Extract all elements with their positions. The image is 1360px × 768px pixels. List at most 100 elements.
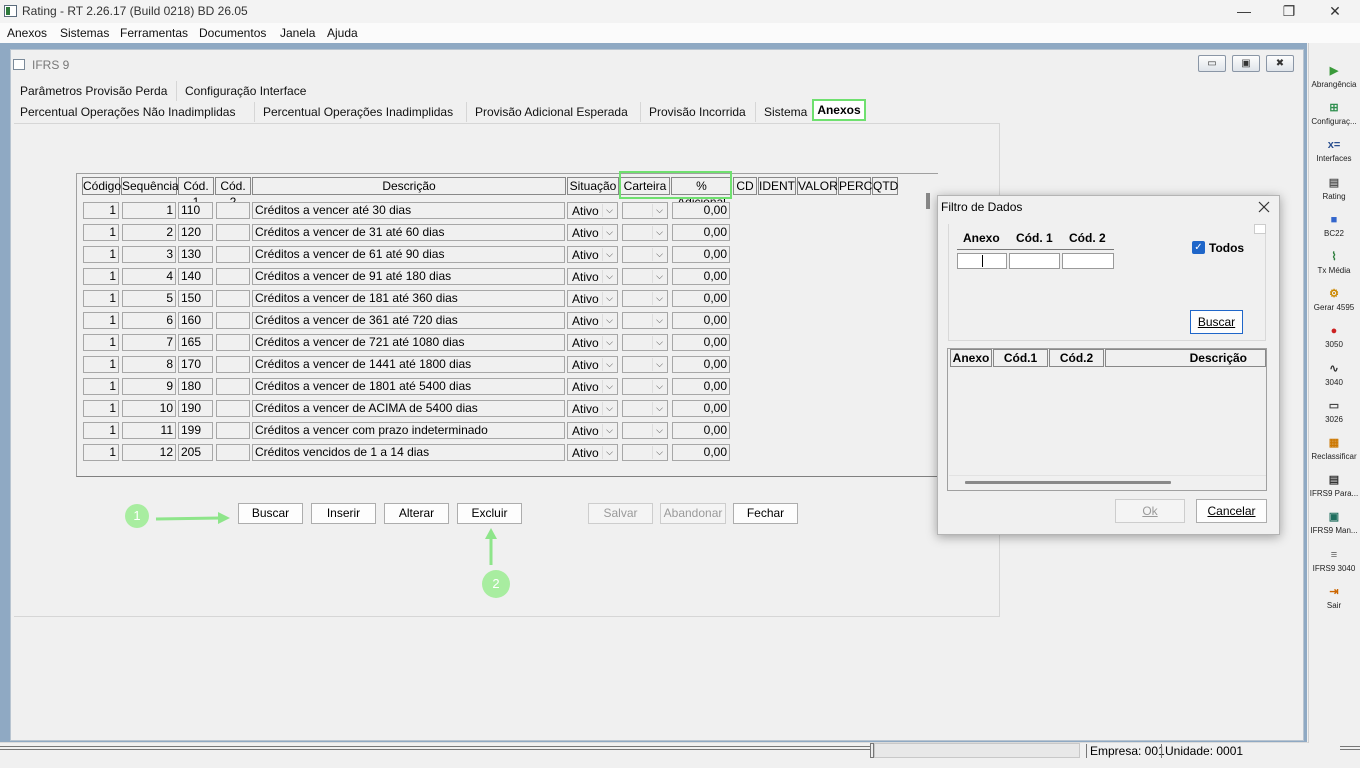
salvar-button[interactable]: Salvar bbox=[588, 503, 653, 524]
situacao-dropdown[interactable]: Ativo ⌵ bbox=[567, 246, 618, 263]
codigo-cell[interactable]: 1 bbox=[83, 334, 119, 351]
carteira-dropdown[interactable]: ⌵ bbox=[622, 378, 668, 395]
chevron-down-icon[interactable]: ⌵ bbox=[602, 402, 616, 415]
toolbar-button-configura[interactable]: ⊞ Configuraç... bbox=[1308, 95, 1360, 132]
sequencia-cell[interactable]: 6 bbox=[122, 312, 176, 329]
cod1-cell[interactable]: 170 bbox=[178, 356, 213, 373]
result-header-descricao[interactable]: Descrição bbox=[1105, 349, 1266, 367]
result-header-cod2[interactable]: Cód.2 bbox=[1049, 349, 1104, 367]
close-button[interactable]: ✕ bbox=[1312, 0, 1358, 23]
sequencia-cell[interactable]: 10 bbox=[122, 400, 176, 417]
sequencia-cell[interactable]: 8 bbox=[122, 356, 176, 373]
adicional-cell[interactable]: 0,00 bbox=[672, 246, 730, 263]
situacao-dropdown[interactable]: Ativo ⌵ bbox=[567, 334, 618, 351]
situacao-dropdown[interactable]: Ativo ⌵ bbox=[567, 202, 618, 219]
chevron-down-icon[interactable]: ⌵ bbox=[602, 226, 616, 239]
dialog-buscar-button[interactable]: Buscar bbox=[1190, 310, 1243, 334]
cod2-cell[interactable] bbox=[216, 224, 250, 241]
chevron-down-icon[interactable]: ⌵ bbox=[652, 402, 666, 415]
grid-scrollbar[interactable] bbox=[926, 193, 930, 209]
chevron-down-icon[interactable]: ⌵ bbox=[652, 226, 666, 239]
menu-documentos[interactable]: Documentos bbox=[199, 26, 266, 40]
tab-provisao-incorrida[interactable]: Provisão Incorrida bbox=[645, 102, 750, 122]
cancelar-button[interactable]: Cancelar bbox=[1196, 499, 1267, 523]
menu-ferramentas[interactable]: Ferramentas bbox=[120, 26, 188, 40]
carteira-dropdown[interactable]: ⌵ bbox=[622, 246, 668, 263]
menu-ajuda[interactable]: Ajuda bbox=[327, 26, 358, 40]
excluir-button[interactable]: Excluir bbox=[457, 503, 522, 524]
cod2-cell[interactable] bbox=[216, 334, 250, 351]
cod1-cell[interactable]: 190 bbox=[178, 400, 213, 417]
menu-anexos[interactable]: Anexos bbox=[7, 26, 47, 40]
cod1-cell[interactable]: 150 bbox=[178, 290, 213, 307]
cod1-cell[interactable]: 130 bbox=[178, 246, 213, 263]
chevron-down-icon[interactable]: ⌵ bbox=[652, 270, 666, 283]
chevron-down-icon[interactable]: ⌵ bbox=[652, 292, 666, 305]
descricao-cell[interactable]: Créditos a vencer de 61 até 90 dias bbox=[252, 246, 565, 263]
codigo-cell[interactable]: 1 bbox=[83, 356, 119, 373]
fechar-button[interactable]: Fechar bbox=[733, 503, 798, 524]
carteira-dropdown[interactable]: ⌵ bbox=[622, 400, 668, 417]
descricao-cell[interactable]: Créditos vencidos de 1 a 14 dias bbox=[252, 444, 565, 461]
tab-percentual-inadimplidas[interactable]: Percentual Operações Inadimplidas bbox=[259, 102, 457, 122]
toolbar-button-sair[interactable]: ⇥ Sair bbox=[1308, 579, 1360, 616]
situacao-dropdown[interactable]: Ativo ⌵ bbox=[567, 356, 618, 373]
chevron-down-icon[interactable]: ⌵ bbox=[652, 248, 666, 261]
chevron-down-icon[interactable]: ⌵ bbox=[602, 358, 616, 371]
cod2-cell[interactable] bbox=[216, 400, 250, 417]
toolbar-button-3050[interactable]: ● 3050 bbox=[1308, 318, 1360, 355]
adicional-cell[interactable]: 0,00 bbox=[672, 444, 730, 461]
situacao-dropdown[interactable]: Ativo ⌵ bbox=[567, 224, 618, 241]
cod2-cell[interactable] bbox=[216, 202, 250, 219]
sequencia-cell[interactable]: 2 bbox=[122, 224, 176, 241]
codigo-cell[interactable]: 1 bbox=[83, 268, 119, 285]
adicional-cell[interactable]: 0,00 bbox=[672, 202, 730, 219]
adicional-cell[interactable]: 0,00 bbox=[672, 400, 730, 417]
toolbar-button-3026[interactable]: ▭ 3026 bbox=[1308, 393, 1360, 430]
toolbar-button-interfaces[interactable]: x= Interfaces bbox=[1308, 132, 1360, 169]
codigo-cell[interactable]: 1 bbox=[83, 290, 119, 307]
sequencia-cell[interactable]: 12 bbox=[122, 444, 176, 461]
carteira-dropdown[interactable]: ⌵ bbox=[622, 290, 668, 307]
situacao-dropdown[interactable]: Ativo ⌵ bbox=[567, 444, 618, 461]
descricao-cell[interactable]: Créditos a vencer com prazo indeterminad… bbox=[252, 422, 565, 439]
column-header-cod1[interactable]: Cód. 1 bbox=[178, 177, 214, 209]
chevron-down-icon[interactable]: ⌵ bbox=[602, 380, 616, 393]
situacao-dropdown[interactable]: Ativo ⌵ bbox=[567, 400, 618, 417]
cod2-cell[interactable] bbox=[216, 444, 250, 461]
adicional-cell[interactable]: 0,00 bbox=[672, 312, 730, 329]
column-header-carteira[interactable]: Carteira bbox=[620, 177, 670, 195]
carteira-dropdown[interactable]: ⌵ bbox=[622, 224, 668, 241]
codigo-cell[interactable]: 1 bbox=[83, 246, 119, 263]
cod2-cell[interactable] bbox=[216, 246, 250, 263]
sequencia-cell[interactable]: 4 bbox=[122, 268, 176, 285]
cod2-cell[interactable] bbox=[216, 356, 250, 373]
toolbar-button-bc22[interactable]: ■ BC22 bbox=[1308, 207, 1360, 244]
adicional-cell[interactable]: 0,00 bbox=[672, 224, 730, 241]
child-close-button[interactable]: ✖ bbox=[1266, 55, 1294, 72]
column-header-perc[interactable]: PERC bbox=[838, 177, 872, 195]
descricao-cell[interactable]: Créditos a vencer de 1801 até 5400 dias bbox=[252, 378, 565, 395]
tab-anexos[interactable]: Anexos bbox=[812, 99, 866, 121]
carteira-dropdown[interactable]: ⌵ bbox=[622, 268, 668, 285]
descricao-cell[interactable]: Créditos a vencer de ACIMA de 5400 dias bbox=[252, 400, 565, 417]
adicional-cell[interactable]: 0,00 bbox=[672, 356, 730, 373]
carteira-dropdown[interactable]: ⌵ bbox=[622, 356, 668, 373]
chevron-down-icon[interactable]: ⌵ bbox=[602, 292, 616, 305]
results-hscroll-thumb[interactable] bbox=[965, 481, 1171, 484]
cod1-cell[interactable]: 180 bbox=[178, 378, 213, 395]
chevron-down-icon[interactable]: ⌵ bbox=[652, 380, 666, 393]
adicional-cell[interactable]: 0,00 bbox=[672, 378, 730, 395]
chevron-down-icon[interactable]: ⌵ bbox=[652, 336, 666, 349]
codigo-cell[interactable]: 1 bbox=[83, 444, 119, 461]
child-maximize-button[interactable]: ▣ bbox=[1232, 55, 1260, 72]
cod2-cell[interactable] bbox=[216, 422, 250, 439]
chevron-down-icon[interactable]: ⌵ bbox=[652, 314, 666, 327]
cod2-cell[interactable] bbox=[216, 290, 250, 307]
cod1-cell[interactable]: 160 bbox=[178, 312, 213, 329]
carteira-dropdown[interactable]: ⌵ bbox=[622, 312, 668, 329]
descricao-cell[interactable]: Créditos a vencer de 721 até 1080 dias bbox=[252, 334, 565, 351]
adicional-cell[interactable]: 0,00 bbox=[672, 268, 730, 285]
chevron-down-icon[interactable]: ⌵ bbox=[652, 204, 666, 217]
carteira-dropdown[interactable]: ⌵ bbox=[622, 334, 668, 351]
